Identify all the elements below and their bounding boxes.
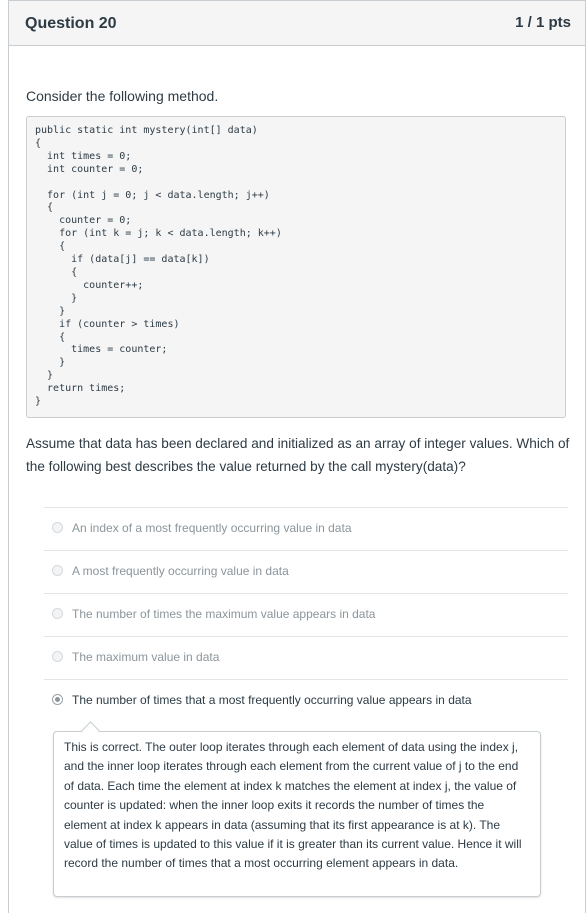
correct-feedback: This is correct. The outer loop iterates… [53,731,541,897]
question-title: Question 20 [25,15,117,32]
question-intro: Consider the following method. [26,88,219,104]
answer-option-1[interactable]: An index of a most frequently occurring … [44,507,568,550]
radio-button[interactable] [52,522,63,533]
answer-label: The maximum value in data [72,650,220,664]
answer-option-5[interactable]: The number of times that a most frequent… [44,679,568,722]
radio-button[interactable] [52,565,63,576]
code-block: public static int mystery(int[] data) { … [26,116,566,418]
answer-option-3[interactable]: The number of times the maximum value ap… [44,593,568,636]
answer-list: An index of a most frequently occurring … [44,507,568,722]
answer-label: The number of times the maximum value ap… [72,607,376,621]
code-text: public static int mystery(int[] data) { … [35,125,282,408]
radio-dot [55,697,60,702]
radio-button-selected[interactable] [52,694,63,705]
question-header: Question 20 1 / 1 pts [9,1,585,46]
radio-button[interactable] [52,651,63,662]
answer-option-2[interactable]: A most frequently occurring value in dat… [44,550,568,593]
question-points: 1 / 1 pts [515,14,571,31]
answer-option-4[interactable]: The maximum value in data [44,636,568,679]
answer-label: An index of a most frequently occurring … [72,521,352,535]
radio-button[interactable] [52,608,63,619]
answer-label: A most frequently occurring value in dat… [72,564,289,578]
question-prompt: Assume that data has been declared and i… [26,436,570,474]
answer-label: The number of times that a most frequent… [72,693,472,707]
feedback-text: This is correct. The outer loop iterates… [64,740,522,871]
